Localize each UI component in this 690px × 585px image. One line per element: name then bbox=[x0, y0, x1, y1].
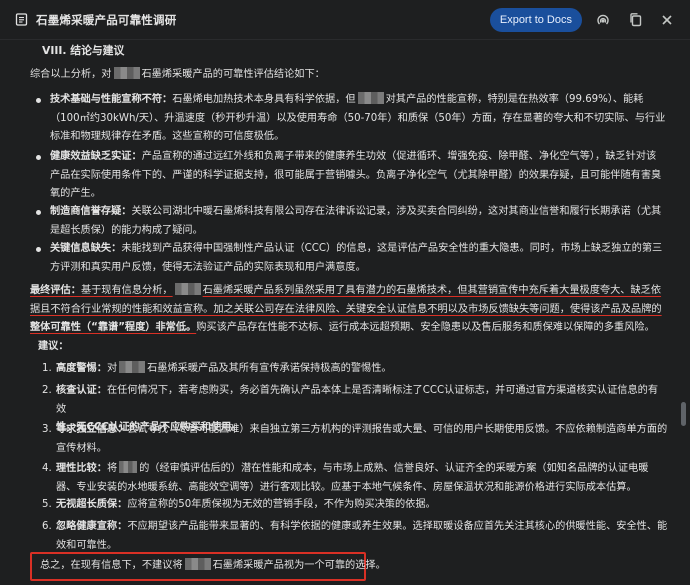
bullet-text: 是超长质保）的能力构成了疑问。 bbox=[50, 224, 203, 236]
final-text: 据且不符合行业常规的性能和效益宣称。加之关联公司存在法律风险、关键安全认证信息不… bbox=[30, 303, 662, 315]
bullet-dot bbox=[36, 247, 41, 252]
redacted-brand bbox=[119, 461, 138, 473]
list-number: 1. bbox=[42, 363, 52, 374]
final-text: 购买该产品存在性能不达标、运行成本远超预期、安全隐患以及售后服务和质保难以保障的… bbox=[196, 322, 655, 333]
advice-label: 无视超长质保： bbox=[56, 499, 128, 510]
redacted-brand bbox=[184, 558, 211, 570]
intro-text-post: 石墨烯采暖产品的可靠性评估结论如下： bbox=[141, 69, 325, 80]
top-bar: 石墨烯采暖产品可靠性调研 Export to Docs bbox=[0, 0, 690, 40]
close-icon[interactable] bbox=[656, 9, 678, 31]
intro-text-pre: 综合以上分析，对 bbox=[30, 69, 112, 80]
redacted-brand bbox=[119, 361, 146, 373]
podcast-icon[interactable] bbox=[592, 9, 614, 31]
bullet-label: 健康效益缺乏实证： bbox=[50, 151, 142, 162]
bullet-dot bbox=[36, 155, 41, 160]
advice-item: 忽略健康宣称：不应期望该产品能带来显著的、有科学依据的健康或养生效果。选择取暖设… bbox=[56, 521, 668, 551]
advice-item: 寻求独立信息：尝试寻找（尽管可能困难）来自独立第三方机构的评测报告或大量、可信的… bbox=[56, 424, 668, 454]
intro-paragraph: 综合以上分析，对 石墨烯采暖产品的可靠性评估结论如下： bbox=[30, 66, 325, 85]
redacted-brand bbox=[357, 92, 384, 104]
bullet-text: 方评测和真实用户反馈，使得无法验证产品的实际表现和用户满意度。 bbox=[50, 261, 366, 273]
list-number: 5. bbox=[42, 499, 52, 510]
advice-label: 寻求独立信息： bbox=[56, 424, 128, 435]
bullet-text: 标准和物理规律存在矛盾。这些宣称的可信度极低。 bbox=[50, 131, 285, 142]
copy-icon[interactable] bbox=[624, 9, 646, 31]
advice-label: 忽略健康宣称： bbox=[56, 521, 128, 532]
bullet-dot bbox=[36, 98, 41, 103]
final-emphasis: 整体可靠性（“靠谱”程度）非常低。 bbox=[30, 322, 197, 333]
bullet-text: 对其产品的性能宣称，特别是在热效率（99.69%）、能耗 bbox=[385, 94, 644, 105]
bullet-text: （100㎡约30kWh/天）、升温速度（秒开秒升温）以及使用寿命（50-70年）… bbox=[50, 112, 666, 124]
advice-item: 理性比较：将 的（经审慎评估后的）潜在性能和成本，与市场上成熟、信誉良好、认证齐全… bbox=[56, 461, 649, 493]
bullet-dot bbox=[36, 210, 41, 215]
section-heading: VIII. 结论与建议 bbox=[42, 44, 125, 57]
advice-item: 无视超长质保：应将宣称的50年质保视为无效的营销手段，不作为购买决策的依据。 bbox=[56, 499, 436, 510]
bullet-label: 制造商信誉存疑： bbox=[50, 206, 132, 217]
bullet-text: 产品在实际使用条件下的、严谨的科学证据支持，很可能属于营销噱头。负离子净化空气（… bbox=[50, 169, 662, 181]
bullet-text: 关联公司湖北中暖石墨烯科技有限公司存在法律诉讼记录，涉及买卖合同纠纷，这对其商业… bbox=[131, 206, 662, 217]
bullet-item: 健康效益缺乏实证：产品宣称的通过远红外线和负离子带来的健康养生功效（促进循环、增… bbox=[50, 148, 670, 204]
bullet-item: 关键信息缺失：未能找到产品获得中国强制性产品认证（CCC）的信息，这是评估产品安… bbox=[50, 240, 670, 277]
scrollbar-thumb[interactable] bbox=[681, 402, 686, 426]
document-icon bbox=[14, 13, 28, 27]
export-to-docs-button[interactable]: Export to Docs bbox=[489, 7, 582, 32]
advice-label: 核查认证： bbox=[56, 385, 107, 396]
final-assessment: 最终评估：基于现有信息分析， 石墨烯采暖产品系列虽然采用了具有潜力的石墨烯技术，但… bbox=[30, 282, 662, 338]
report-content: VIII. 结论与建议 综合以上分析，对 石墨烯采暖产品的可靠性评估结论如下： 技… bbox=[30, 40, 670, 585]
app-window: 石墨烯采暖产品可靠性调研 Export to Docs VIII. 结论与建议 … bbox=[0, 0, 690, 585]
list-number: 2. bbox=[42, 385, 52, 396]
bullet-text: 氧的产生。 bbox=[50, 188, 101, 199]
list-number: 3. bbox=[42, 424, 52, 435]
bullet-text: 未能找到产品获得中国强制性产品认证（CCC）的信息，这是评估产品安全性的重大隐患… bbox=[121, 243, 663, 254]
advice-heading: 建议： bbox=[38, 341, 69, 352]
redacted-brand bbox=[174, 283, 201, 295]
bullet-text: 石墨烯电加热技术本身具有科学依据，但 bbox=[172, 94, 356, 105]
list-number: 4. bbox=[42, 463, 52, 474]
final-label: 最终评估： bbox=[30, 285, 81, 296]
list-number: 6. bbox=[42, 521, 52, 532]
final-text: 石墨烯采暖产品系列虽然采用了具有潜力的石墨烯技术，但其营销宣传中充斥着大量极度夸… bbox=[202, 285, 662, 296]
page-title: 石墨烯采暖产品可靠性调研 bbox=[36, 12, 177, 27]
advice-label: 高度警惕： bbox=[56, 363, 107, 374]
redacted-brand bbox=[113, 67, 140, 79]
bullet-label: 关键信息缺失： bbox=[50, 243, 122, 254]
bullet-item: 制造商信誉存疑：关联公司湖北中暖石墨烯科技有限公司存在法律诉讼记录，涉及买卖合同… bbox=[50, 203, 670, 240]
advice-item: 高度警惕：对 石墨烯采暖产品及其所有宣传承诺保持极高的警惕性。 bbox=[56, 361, 392, 374]
advice-label: 理性比较： bbox=[56, 463, 107, 474]
bullet-text: 产品宣称的通过远红外线和负离子带来的健康养生功效（促进循环、增强免疫、除甲醛、净… bbox=[141, 151, 657, 162]
bullet-item: 技术基础与性能宣称不符：石墨烯电加热技术本身具有科学依据，但 对其产品的性能宣称，… bbox=[50, 91, 670, 147]
summary-text: 总之，在现有信息下，不建议将 石墨烯采暖产品视为一个可靠的选择。 bbox=[40, 558, 386, 571]
bullet-label: 技术基础与性能宣称不符： bbox=[50, 94, 173, 105]
final-text: 基于现有信息分析， bbox=[80, 285, 173, 296]
